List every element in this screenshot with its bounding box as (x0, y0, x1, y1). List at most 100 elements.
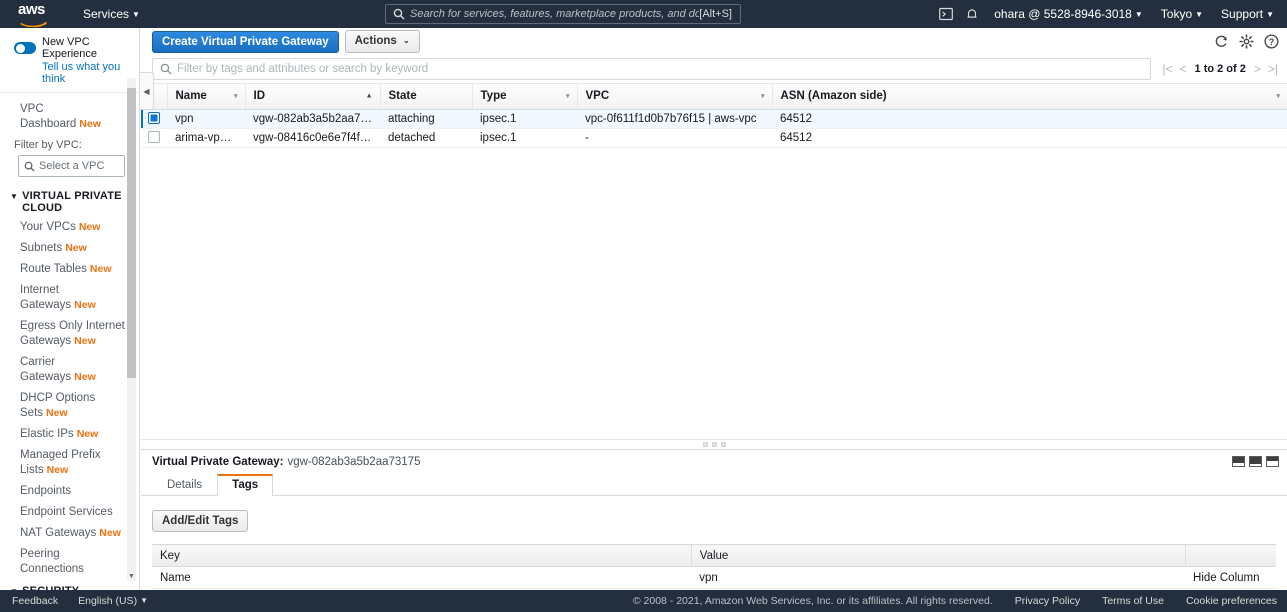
global-search-box[interactable]: [Alt+S] (385, 4, 741, 24)
column-header-vpc[interactable]: VPC ▾ (576, 84, 772, 110)
create-virtual-private-gateway-button[interactable]: Create Virtual Private Gateway (152, 30, 339, 53)
cookie-preferences-link[interactable]: Cookie preferences (1186, 595, 1277, 607)
sidebar-item-route-tables[interactable]: Route Tables New (0, 259, 139, 280)
sidebar-item-internet-gateways[interactable]: Internet Gateways New (0, 280, 139, 316)
sidebar-section-header[interactable]: ▼ VIRTUAL PRIVATE CLOUD (0, 185, 139, 217)
filter-input-wrapper[interactable] (152, 58, 1152, 80)
chevron-down-icon: ▼ (1195, 10, 1204, 19)
sidebar-item-dhcp-options-sets[interactable]: DHCP Options Sets New (0, 388, 139, 424)
footer-right: © 2008 - 2021, Amazon Web Services, Inc.… (633, 595, 1277, 607)
sidebar-item-carrier-gateways[interactable]: Carrier Gateways New (0, 352, 139, 388)
refresh-icon[interactable] (1214, 34, 1229, 49)
sidebar-scrollbar-thumb[interactable] (127, 88, 136, 378)
sidebar-collapse-button[interactable]: ◀ (140, 72, 154, 110)
panel-splitter[interactable] (141, 439, 1287, 450)
vpc-select-input[interactable]: Select a VPC (18, 155, 125, 177)
sidebar-item-nat-gateways[interactable]: NAT Gateways New (0, 523, 139, 544)
sidebar: New VPC Experience Tell us what you thin… (0, 28, 140, 590)
sidebar-item-endpoint-services[interactable]: Endpoint Services (0, 502, 139, 523)
terms-of-use-link[interactable]: Terms of Use (1102, 595, 1164, 607)
sidebar-scrollbar[interactable] (127, 78, 136, 578)
sidebar-item-managed-prefix-lists[interactable]: Managed Prefix Lists New (0, 445, 139, 481)
cell-vpc[interactable]: vpc-0f611f1d0b7b76f15 | aws-vpc (577, 109, 772, 129)
new-experience-toggle[interactable] (14, 42, 36, 54)
sidebar-item-endpoints[interactable]: Endpoints (0, 481, 139, 502)
tag-value: vpn (691, 566, 1186, 589)
table-row[interactable]: vpn vgw-082ab3a5b2aa73175 attaching ipsec.1… (141, 109, 1287, 129)
account-menu[interactable]: ohara @ 5528-8946-3018 ▼ (985, 0, 1152, 28)
tab-details[interactable]: Details (152, 474, 217, 496)
sort-asc-icon: ▲ (365, 92, 373, 100)
next-page-button[interactable]: > (1253, 62, 1262, 76)
tags-table: Key Value Name vpn Hide Column (152, 544, 1276, 589)
tags-body: Name vpn Hide Column (152, 566, 1276, 589)
cell-id: vgw-082ab3a5b2aa73175 (245, 109, 380, 129)
column-header-id[interactable]: ID ▲ (244, 84, 380, 110)
row-checkbox[interactable] (148, 131, 160, 144)
table-row[interactable]: arima-vpngw vgw-08416c0e6e7f4f383 detached… (141, 128, 1287, 148)
detail-panel: Virtual Private Gateway: vgw-082ab3a5b2a… (141, 450, 1287, 590)
row-checkbox[interactable] (148, 112, 160, 125)
support-menu-label: Support (1221, 7, 1264, 21)
column-header-label: ID (253, 90, 266, 103)
sidebar-item-elastic-ips[interactable]: Elastic IPs New (0, 424, 139, 445)
gear-icon[interactable] (1239, 34, 1254, 49)
privacy-policy-link[interactable]: Privacy Policy (1015, 595, 1080, 607)
table-header-row: Name ▾ ID ▲ State Type ▾ VPC ▾ ASN (Amazon side) ▾ (141, 84, 1287, 110)
sidebar-item-vpc-dashboard[interactable]: VPC Dashboard New (0, 99, 139, 135)
sidebar-item-peering-connections[interactable]: Peering Connections (0, 544, 139, 580)
support-menu[interactable]: Support ▼ (1212, 0, 1283, 28)
new-badge: New (74, 371, 96, 383)
panel-layout-split-icon[interactable] (1249, 456, 1262, 467)
notifications-bell-icon[interactable] (959, 0, 985, 28)
detail-tabs: Details Tags (141, 473, 1287, 496)
panel-layout-full-icon[interactable] (1266, 456, 1279, 467)
chevron-down-icon: ▼ (1266, 10, 1274, 19)
sidebar-section-label: VIRTUAL PRIVATE CLOUD (22, 190, 122, 214)
new-badge: New (46, 464, 69, 476)
sidebar-item-subnets[interactable]: Subnets New (0, 238, 139, 259)
panel-layout-bottom-icon[interactable] (1232, 456, 1245, 467)
sidebar-item-label: Route Tables (20, 263, 87, 275)
first-page-button[interactable]: |< (1161, 62, 1173, 76)
sidebar-item-egress-only-internet-gateways[interactable]: Egress Only Internet Gateways New (0, 316, 139, 352)
last-page-button[interactable]: >| (1267, 62, 1279, 76)
prev-page-button[interactable]: < (1179, 62, 1188, 76)
sidebar-item-label: Subnets (20, 242, 63, 254)
add-edit-tags-button[interactable]: Add/Edit Tags (152, 510, 249, 532)
services-menu[interactable]: Services ▼ (74, 0, 149, 28)
sidebar-scroll-down-arrow[interactable]: ▼ (127, 571, 136, 581)
tag-column-header: Key (152, 544, 692, 567)
row-select-cell[interactable] (141, 128, 167, 148)
hide-column-link[interactable]: Hide Column (1185, 566, 1276, 589)
tag-key: Name (152, 566, 692, 589)
language-selector[interactable]: English (US) ▼ (78, 595, 148, 607)
filter-input[interactable] (177, 63, 1151, 75)
toolbar-icons: ? (1214, 28, 1279, 55)
search-icon (160, 63, 172, 75)
aws-logo[interactable]: aws (18, 2, 56, 28)
column-header-type[interactable]: Type ▾ (471, 84, 577, 110)
column-header-asn-amazon-side[interactable]: ASN (Amazon side) ▾ (771, 84, 1287, 110)
region-menu[interactable]: Tokyo ▼ (1152, 0, 1212, 28)
column-header-name[interactable]: Name ▾ (166, 84, 245, 110)
language-label: English (US) (78, 595, 138, 607)
services-menu-label: Services (83, 7, 130, 21)
panel-layout-icons (1232, 450, 1279, 473)
row-select-cell[interactable] (141, 109, 167, 129)
feedback-link[interactable]: Feedback (12, 595, 58, 607)
global-search-input[interactable] (410, 8, 700, 20)
sidebar-item-label: Endpoint Services (20, 506, 113, 518)
help-icon[interactable]: ? (1264, 34, 1279, 49)
actions-button[interactable]: Actions ⌄ (344, 30, 420, 53)
splitter-drag-handle[interactable] (702, 442, 726, 447)
actions-button-label: Actions (354, 35, 397, 47)
tab-tags[interactable]: Tags (217, 474, 274, 496)
sidebar-item-your-vpcs[interactable]: Your VPCs New (0, 217, 139, 238)
column-header-state[interactable]: State (379, 84, 472, 110)
sort-icon: ▾ (1276, 93, 1280, 101)
cloudshell-terminal-icon[interactable] (933, 0, 959, 28)
sidebar-section-header[interactable]: ▼SECURITY (0, 580, 139, 590)
top-navigation-right: ohara @ 5528-8946-3018 ▼ Tokyo ▼ Support ▼ (933, 0, 1287, 28)
tell-us-what-you-think-link[interactable]: Tell us what you think (42, 61, 129, 85)
